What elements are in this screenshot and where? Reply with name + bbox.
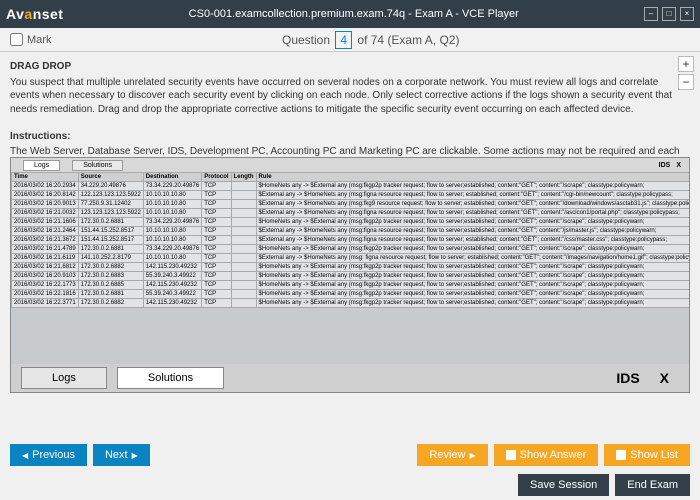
tab-solutions-small[interactable]: Solutions	[72, 160, 123, 171]
minimize-button[interactable]: ‒	[644, 7, 658, 21]
mark-checkbox[interactable]	[10, 33, 23, 46]
show-answer-checkbox[interactable]	[506, 450, 516, 460]
save-session-button[interactable]: Save Session	[518, 474, 609, 496]
table-row[interactable]: 2016/03/02 16:20.8142122.123.123.123.592…	[12, 191, 691, 200]
show-list-checkbox[interactable]	[616, 450, 626, 460]
review-button[interactable]: Review	[417, 444, 487, 466]
column-header: Length	[231, 173, 256, 182]
table-row[interactable]: 2016/03/02 16:20.293434.229.20.4987673.3…	[12, 182, 691, 191]
table-row[interactable]: 2016/03/02 16:21.6119141.10.252.2.817910…	[12, 254, 691, 263]
log-table: TimeSourceDestinationProtocolLengthRule …	[11, 172, 690, 308]
window-title: CS0-001.examcollection.premium.exam.74q …	[189, 8, 519, 20]
close-panel-big-button[interactable]: X	[660, 370, 669, 386]
table-row[interactable]: 2016/03/02 16:21.6812172.30.0.2.6882142.…	[12, 263, 691, 272]
end-exam-button[interactable]: End Exam	[615, 474, 690, 496]
table-row[interactable]: 2016/03/02 16:22.1816172.30.0.2.688155.3…	[12, 290, 691, 299]
table-row[interactable]: 2016/03/02 16:21.1606172.30.0.2.688173.3…	[12, 218, 691, 227]
simulation-panel: Logs Solutions IDS X TimeSourceDestinati…	[10, 157, 690, 393]
table-row[interactable]: 2016/03/02 16:21.3672151.44.15.252.85171…	[12, 236, 691, 245]
close-button[interactable]: ×	[680, 7, 694, 21]
question-type: DRAG DROP	[10, 60, 690, 74]
table-row[interactable]: 2016/03/02 16:20.901377.250.9.31.1240210…	[12, 200, 691, 209]
column-header: Destination	[143, 173, 201, 182]
table-row[interactable]: 2016/03/02 16:20.9103172.30.0.2.688355.3…	[12, 272, 691, 281]
app-logo: Avanset	[6, 6, 63, 22]
mark-label: Mark	[27, 34, 51, 46]
zoom-in-button[interactable]: +	[678, 56, 694, 72]
tab-logs-small[interactable]: Logs	[23, 160, 60, 171]
column-header: Protocol	[202, 173, 231, 182]
instructions-text: The Web Server, Database Server, IDS, De…	[10, 145, 690, 157]
close-panel-button[interactable]: X	[676, 162, 681, 169]
next-button[interactable]: Next	[93, 444, 150, 466]
table-row[interactable]: 2016/03/02 16:22.3771172.30.0.2.6882142.…	[12, 299, 691, 308]
table-row[interactable]: 2016/03/02 16:21.4789172.30.0.2.688173.3…	[12, 245, 691, 254]
zoom-out-button[interactable]: −	[678, 74, 694, 90]
table-row[interactable]: 2016/03/02 16:21.2464151.44.15.252.85171…	[12, 227, 691, 236]
question-number: 4	[335, 31, 352, 49]
ids-label: IDS	[659, 162, 671, 169]
column-header: Source	[78, 173, 143, 182]
column-header: Rule	[256, 173, 690, 182]
column-header: Time	[12, 173, 79, 182]
show-list-button[interactable]: Show List	[604, 444, 690, 466]
table-row[interactable]: 2016/03/02 16:22.1773172.30.0.2.6885142.…	[12, 281, 691, 290]
previous-button[interactable]: Previous	[10, 444, 87, 466]
tab-logs[interactable]: Logs	[21, 367, 107, 389]
instructions-heading: Instructions:	[10, 130, 690, 144]
show-answer-button[interactable]: Show Answer	[494, 444, 599, 466]
table-row[interactable]: 2016/03/02 16:21.0032123.123.123.123.592…	[12, 209, 691, 218]
question-text: You suspect that multiple unrelated secu…	[10, 76, 690, 117]
question-indicator: Question 4 of 74 (Exam A, Q2)	[51, 33, 690, 47]
tab-solutions[interactable]: Solutions	[117, 367, 224, 389]
maximize-button[interactable]: □	[662, 7, 676, 21]
ids-label-big: IDS	[616, 370, 639, 386]
